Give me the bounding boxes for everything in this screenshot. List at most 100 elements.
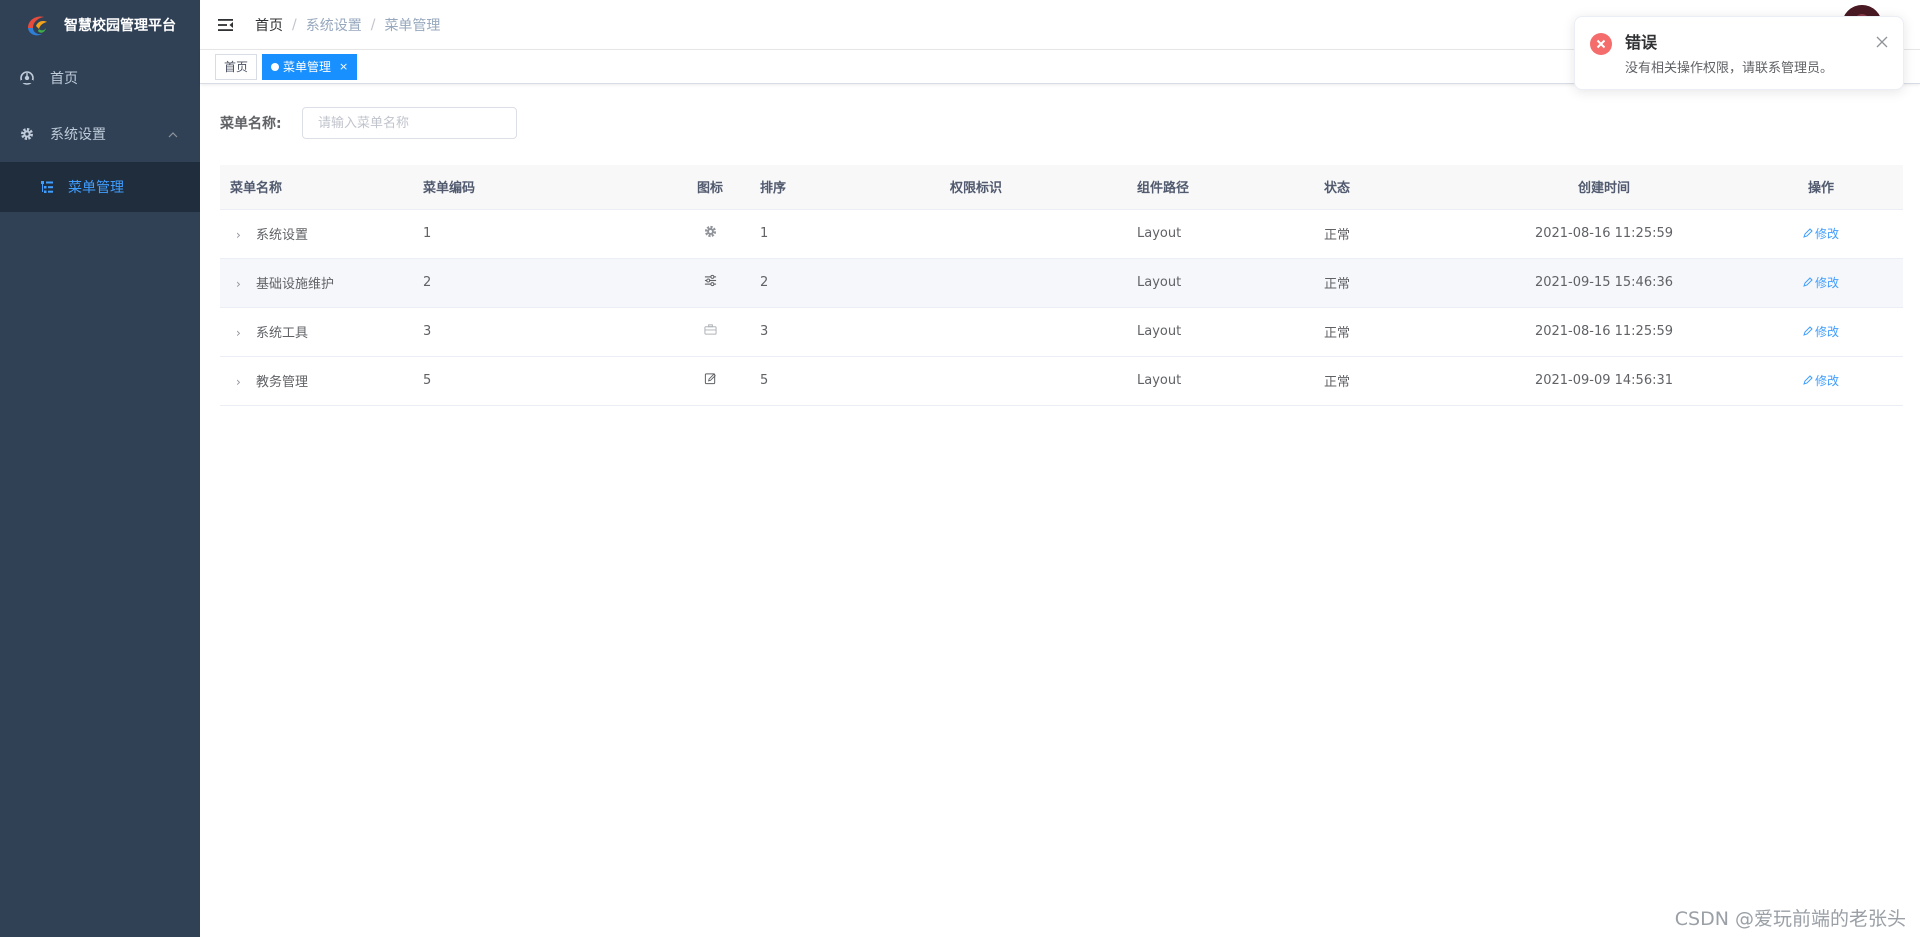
cell-created: 2021-08-16 11:25:59 — [1469, 209, 1739, 259]
chevron-right-icon[interactable]: › — [236, 228, 250, 242]
header-status: 状态 — [1314, 165, 1469, 210]
edit-label: 修改 — [1814, 226, 1839, 241]
cell-created: 2021-09-09 14:56:31 — [1469, 356, 1739, 406]
breadcrumb: 首页 / 系统设置 / 菜单管理 — [255, 15, 440, 35]
cell-actions: 修改 — [1739, 209, 1903, 259]
header-created-time: 创建时间 — [1469, 165, 1739, 210]
main-area: 首页 / 系统设置 / 菜单管理 首页 菜单管理 × 菜单名称: 请输入菜单名称… — [200, 0, 1920, 937]
menu-name: 基础设施维护 — [256, 277, 335, 292]
logo-icon — [24, 12, 50, 38]
chevron-right-icon[interactable]: › — [236, 375, 250, 389]
cell-actions: 修改 — [1739, 258, 1903, 308]
tag-label: 首页 — [224, 59, 249, 74]
active-dot-icon — [271, 62, 280, 71]
cell-icon — [670, 307, 750, 357]
edit-button[interactable]: 修改 — [1803, 323, 1839, 340]
cell-icon — [670, 258, 750, 308]
cell-component: Layout — [1127, 356, 1314, 406]
watermark: CSDN @爱玩前端的老张头 — [1674, 908, 1906, 930]
app-title: 智慧校园管理平台 — [64, 18, 176, 34]
cell-status: 正常 — [1314, 209, 1469, 259]
cell-menu-name: › 基础设施维护 — [220, 258, 413, 308]
header-menu-code: 菜单编码 — [413, 165, 670, 210]
table-row: › 系统工具 3 3 Layout 正常 2021-08-16 11:25:59 … — [220, 307, 1903, 357]
notification-title: 错误 — [1625, 33, 1658, 52]
notification-message: 没有相关操作权限，请联系管理员。 — [1625, 61, 1834, 76]
cell-permission — [940, 356, 1127, 406]
content: 菜单名称: 菜单名称 菜单编码 图标 排序 权限标识 组件路径 状态 创建时间 … — [200, 84, 1920, 406]
menu-name: 教务管理 — [256, 375, 309, 390]
breadcrumb-separator: / — [370, 16, 376, 33]
hamburger-icon[interactable] — [217, 16, 235, 34]
sidebar-item-label: 首页 — [50, 71, 78, 87]
sidebar-item-label: 菜单管理 — [68, 180, 124, 196]
header-menu-name: 菜单名称 — [220, 165, 413, 210]
tree-table-icon — [40, 180, 54, 194]
header-icon: 图标 — [670, 165, 750, 210]
cell-actions: 修改 — [1739, 356, 1903, 406]
cell-component: Layout — [1127, 258, 1314, 308]
gear-icon — [20, 127, 34, 141]
cell-component: Layout — [1127, 209, 1314, 259]
table-row: › 基础设施维护 2 2 Layout 正常 2021-09-15 15:46:3… — [220, 258, 1903, 308]
chevron-right-icon[interactable]: › — [236, 326, 250, 340]
cell-order: 1 — [750, 209, 940, 259]
header-actions: 操作 — [1739, 165, 1903, 210]
sidebar-item-system-settings[interactable]: 系统设置 — [0, 106, 200, 162]
cell-component: Layout — [1127, 307, 1314, 357]
tag-menu-management[interactable]: 菜单管理 × — [262, 53, 358, 80]
toolbox-icon — [703, 324, 717, 340]
logo[interactable]: 智慧校园管理平台 — [0, 0, 200, 50]
tag-home[interactable]: 首页 — [215, 53, 258, 80]
cell-code: 5 — [413, 356, 670, 406]
cell-order: 3 — [750, 307, 940, 357]
search-form: 菜单名称: — [220, 105, 1900, 141]
cell-actions: 修改 — [1739, 307, 1903, 357]
edit-button[interactable]: 修改 — [1803, 372, 1839, 389]
edit-button[interactable]: 修改 — [1803, 225, 1839, 242]
cell-menu-name: › 系统工具 — [220, 307, 413, 357]
breadcrumb-item-menu-management: 菜单管理 — [384, 17, 441, 34]
cell-status: 正常 — [1314, 258, 1469, 308]
error-notification: 错误 没有相关操作权限，请联系管理员。 — [1574, 16, 1904, 90]
breadcrumb-item-system-settings: 系统设置 — [305, 17, 362, 34]
sidebar-item-label: 系统设置 — [50, 127, 106, 143]
breadcrumb-separator: / — [292, 16, 297, 33]
close-icon[interactable]: × — [339, 55, 348, 79]
sliders-icon — [704, 274, 717, 291]
menu-table: 菜单名称 菜单编码 图标 排序 权限标识 组件路径 状态 创建时间 操作 › 系统… — [220, 165, 1903, 406]
header-permission: 权限标识 — [940, 165, 1127, 210]
sidebar-item-menu-management[interactable]: 菜单管理 — [0, 162, 200, 212]
chevron-up-icon — [168, 128, 178, 144]
edit-icon — [704, 373, 717, 389]
table-row: › 系统设置 1 1 Layout 正常 2021-08-16 11:25:59 … — [220, 209, 1903, 259]
dashboard-icon — [20, 71, 34, 85]
cell-code: 1 — [413, 209, 670, 259]
cell-status: 正常 — [1314, 307, 1469, 357]
menu-name: 系统工具 — [256, 326, 309, 341]
cell-order: 2 — [750, 258, 940, 308]
menu-name-input[interactable] — [302, 107, 517, 139]
chevron-right-icon[interactable]: › — [236, 277, 250, 291]
cell-icon — [670, 209, 750, 259]
cell-code: 3 — [413, 307, 670, 357]
breadcrumb-item-home[interactable]: 首页 — [255, 15, 283, 35]
sidebar: 智慧校园管理平台 首页 系统设置 菜单管理 — [0, 0, 200, 937]
edit-button[interactable]: 修改 — [1803, 274, 1839, 291]
menu-name: 系统设置 — [256, 228, 309, 243]
close-icon[interactable] — [1875, 35, 1889, 49]
edit-icon — [1803, 326, 1813, 337]
edit-icon — [1803, 277, 1813, 288]
cell-code: 2 — [413, 258, 670, 308]
table-row: › 教务管理 5 5 Layout 正常 2021-09-09 14:56:31 … — [220, 356, 1903, 406]
error-icon — [1590, 33, 1612, 55]
tag-label: 菜单管理 — [283, 59, 332, 74]
cell-order: 5 — [750, 356, 940, 406]
sidebar-item-home[interactable]: 首页 — [0, 50, 200, 106]
edit-label: 修改 — [1814, 373, 1839, 388]
edit-icon — [1803, 375, 1813, 386]
cell-permission — [940, 258, 1127, 308]
edit-icon — [1803, 228, 1813, 239]
cell-status: 正常 — [1314, 356, 1469, 406]
cell-created: 2021-09-15 15:46:36 — [1469, 258, 1739, 308]
